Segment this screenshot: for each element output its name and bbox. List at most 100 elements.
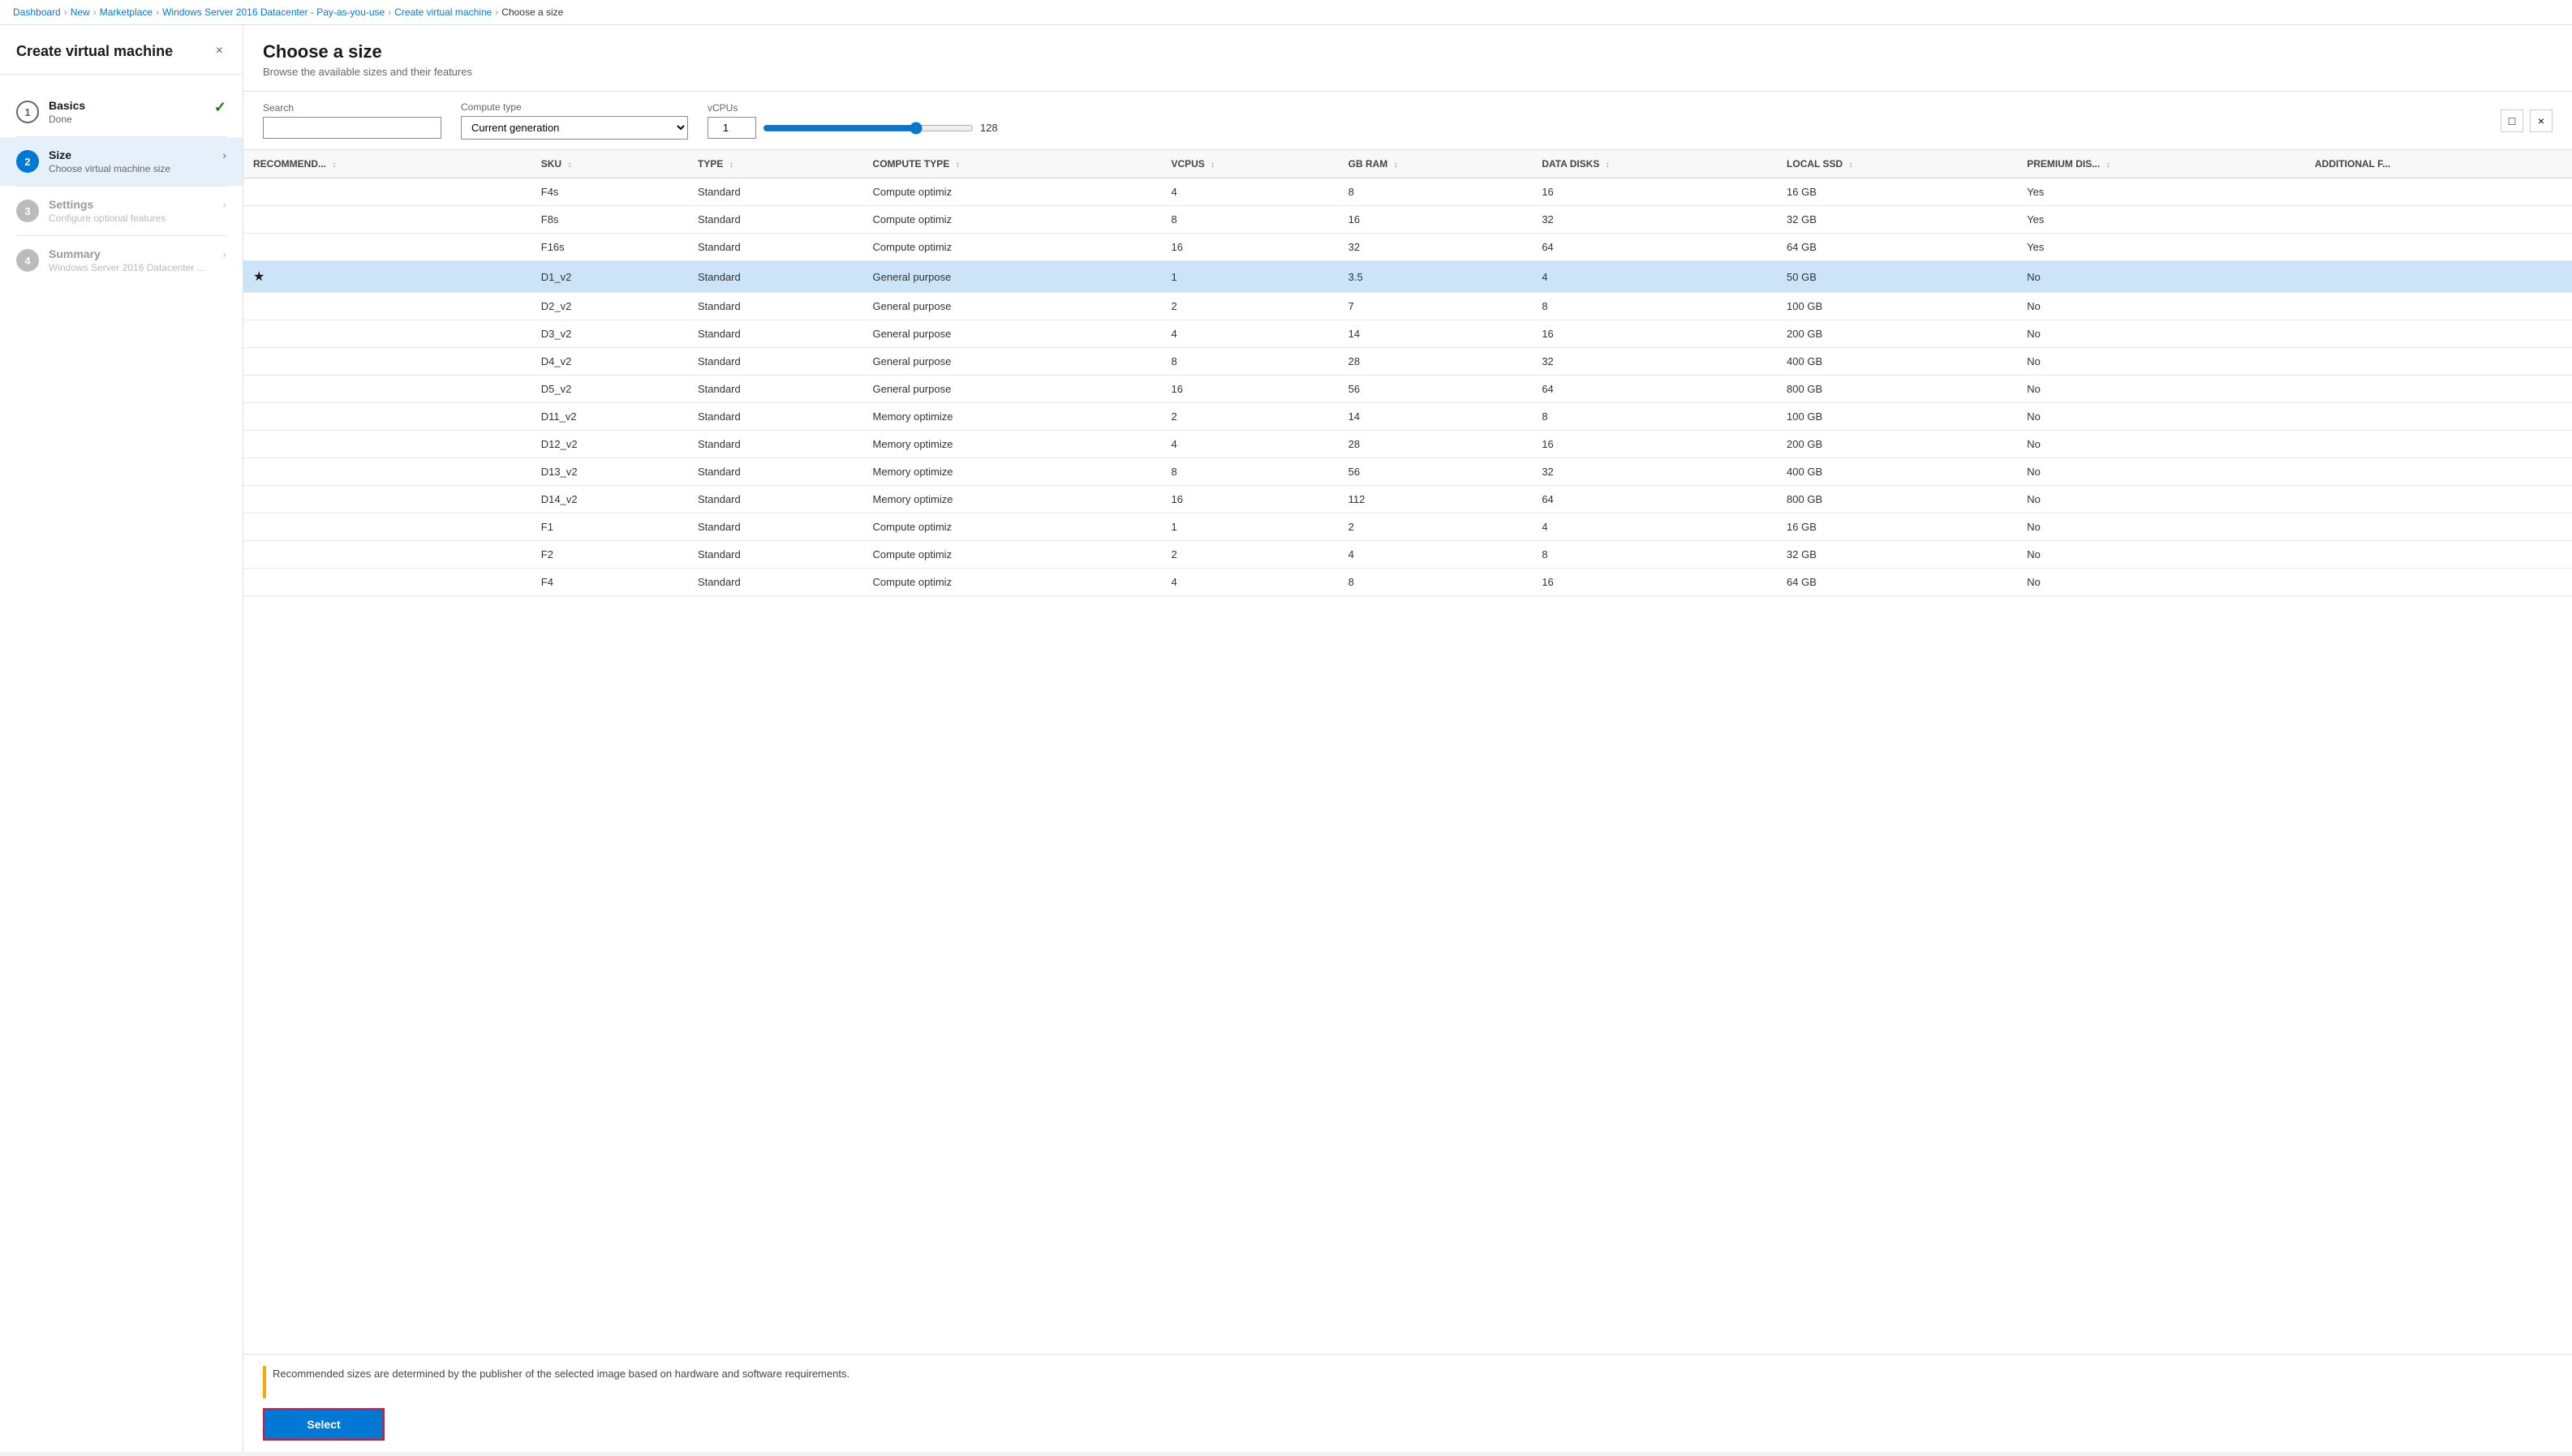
cell-sku: D5_v2 [531, 376, 688, 403]
cell-additional_f [2305, 376, 2572, 403]
cell-data_disks: 8 [1532, 293, 1777, 320]
cell-premium_dis: Yes [2017, 178, 2305, 206]
breadcrumb-marketplace[interactable]: Marketplace [100, 6, 153, 18]
cell-data_disks: 32 [1532, 348, 1777, 376]
table-body: F4sStandardCompute optimiz481616 GBYesF8… [243, 178, 2572, 596]
step-4-summary[interactable]: 4 Summary Windows Server 2016 Datacenter… [0, 236, 243, 285]
step-3-settings[interactable]: 3 Settings Configure optional features › [0, 187, 243, 235]
cell-compute_type: Compute optimiz [863, 513, 1162, 541]
cell-gb_ram: 2 [1339, 513, 1533, 541]
cell-data_disks: 32 [1532, 458, 1777, 486]
filters-bar: Search Compute type Current generation A… [243, 92, 2572, 150]
col-compute-type[interactable]: COMPUTE TYPE ↕ [863, 150, 1162, 178]
cell-gb_ram: 16 [1339, 206, 1533, 234]
table-row[interactable]: F4StandardCompute optimiz481664 GBNo [243, 569, 2572, 596]
col-vcpus[interactable]: VCPUS ↕ [1161, 150, 1338, 178]
cell-sku: D4_v2 [531, 348, 688, 376]
vcpu-min-input[interactable] [708, 117, 756, 139]
panel-close-button[interactable]: × [2530, 110, 2553, 132]
breadcrumb-sep-2: › [93, 6, 97, 18]
breadcrumb-new[interactable]: New [71, 6, 90, 18]
search-group: Search [263, 102, 441, 139]
cell-compute_type: Memory optimize [863, 403, 1162, 431]
cell-recommended [243, 348, 531, 376]
table-row[interactable]: ★D1_v2StandardGeneral purpose13.5450 GBN… [243, 261, 2572, 293]
step-1-basics[interactable]: 1 Basics Done ✓ [0, 88, 243, 136]
table-row[interactable]: F1StandardCompute optimiz12416 GBNo [243, 513, 2572, 541]
step-2-size[interactable]: 2 Size Choose virtual machine size › [0, 137, 243, 186]
breadcrumb-image[interactable]: Windows Server 2016 Datacenter - Pay-as-… [162, 6, 385, 18]
cell-sku: F4s [531, 178, 688, 206]
cell-compute_type: General purpose [863, 376, 1162, 403]
cell-additional_f [2305, 541, 2572, 569]
cell-local_ssd: 400 GB [1777, 348, 2017, 376]
cell-additional_f [2305, 458, 2572, 486]
cell-vcpus: 8 [1161, 206, 1338, 234]
table-row[interactable]: F4sStandardCompute optimiz481616 GBYes [243, 178, 2572, 206]
cell-sku: F16s [531, 234, 688, 261]
cell-compute_type: Compute optimiz [863, 234, 1162, 261]
cell-recommended [243, 458, 531, 486]
cell-local_ssd: 200 GB [1777, 431, 2017, 458]
table-row[interactable]: D12_v2StandardMemory optimize42816200 GB… [243, 431, 2572, 458]
step-1-content: Basics Done [49, 99, 208, 125]
cell-vcpus: 1 [1161, 261, 1338, 293]
compute-type-label: Compute type [461, 101, 688, 113]
search-input[interactable] [263, 117, 441, 139]
cell-vcpus: 1 [1161, 513, 1338, 541]
close-button[interactable]: × [213, 41, 226, 61]
cell-vcpus: 4 [1161, 431, 1338, 458]
col-recommended[interactable]: RECOMMEND... ↕ [243, 150, 531, 178]
breadcrumb-dashboard[interactable]: Dashboard [13, 6, 61, 18]
cell-compute_type: Compute optimiz [863, 541, 1162, 569]
cell-recommended [243, 206, 531, 234]
breadcrumb-sep-1: › [64, 6, 67, 18]
table-row[interactable]: F2StandardCompute optimiz24832 GBNo [243, 541, 2572, 569]
cell-type: Standard [688, 513, 863, 541]
content-header: Choose a size Browse the available sizes… [243, 25, 2572, 92]
breadcrumb-current: Choose a size [501, 6, 563, 18]
cell-premium_dis: Yes [2017, 234, 2305, 261]
step-3-label: Settings [49, 198, 216, 211]
cell-compute_type: General purpose [863, 320, 1162, 348]
table-row[interactable]: D4_v2StandardGeneral purpose82832400 GBN… [243, 348, 2572, 376]
cell-additional_f [2305, 178, 2572, 206]
col-compute-type-sort: ↕ [956, 161, 960, 170]
breadcrumb-sep-3: › [156, 6, 159, 18]
table-row[interactable]: F16sStandardCompute optimiz16326464 GBYe… [243, 234, 2572, 261]
table-row[interactable]: D11_v2StandardMemory optimize2148100 GBN… [243, 403, 2572, 431]
col-type-label: TYPE [698, 158, 723, 170]
cell-type: Standard [688, 261, 863, 293]
breadcrumb-create-vm[interactable]: Create virtual machine [394, 6, 492, 18]
cell-sku: D12_v2 [531, 431, 688, 458]
compute-type-select[interactable]: Current generation All generations [461, 116, 688, 140]
col-additional-f[interactable]: ADDITIONAL F... [2305, 150, 2572, 178]
col-sku[interactable]: SKU ↕ [531, 150, 688, 178]
table-row[interactable]: F8sStandardCompute optimiz8163232 GBYes [243, 206, 2572, 234]
cell-additional_f [2305, 513, 2572, 541]
minimize-button[interactable]: □ [2501, 110, 2523, 132]
table-row[interactable]: D2_v2StandardGeneral purpose278100 GBNo [243, 293, 2572, 320]
cell-data_disks: 4 [1532, 513, 1777, 541]
cell-premium_dis: No [2017, 376, 2305, 403]
cell-compute_type: Memory optimize [863, 431, 1162, 458]
page-subtitle: Browse the available sizes and their fea… [263, 66, 2553, 78]
cell-compute_type: Compute optimiz [863, 178, 1162, 206]
vcpu-slider[interactable] [763, 122, 974, 135]
col-local-ssd[interactable]: LOCAL SSD ↕ [1777, 150, 2017, 178]
cell-data_disks: 64 [1532, 376, 1777, 403]
cell-local_ssd: 100 GB [1777, 293, 2017, 320]
table-row[interactable]: D3_v2StandardGeneral purpose41416200 GBN… [243, 320, 2572, 348]
select-button[interactable]: Select [263, 1408, 385, 1441]
col-data-disks[interactable]: DATA DISKS ↕ [1532, 150, 1777, 178]
table-row[interactable]: D13_v2StandardMemory optimize85632400 GB… [243, 458, 2572, 486]
cell-local_ssd: 100 GB [1777, 403, 2017, 431]
table-row[interactable]: D14_v2StandardMemory optimize1611264800 … [243, 486, 2572, 513]
step-1-sublabel: Done [49, 114, 208, 125]
col-premium-dis[interactable]: PREMIUM DIS... ↕ [2017, 150, 2305, 178]
cell-type: Standard [688, 569, 863, 596]
col-gb-ram[interactable]: GB RAM ↕ [1339, 150, 1533, 178]
breadcrumb-sep-4: › [388, 6, 391, 18]
col-type[interactable]: TYPE ↕ [688, 150, 863, 178]
table-row[interactable]: D5_v2StandardGeneral purpose165664800 GB… [243, 376, 2572, 403]
